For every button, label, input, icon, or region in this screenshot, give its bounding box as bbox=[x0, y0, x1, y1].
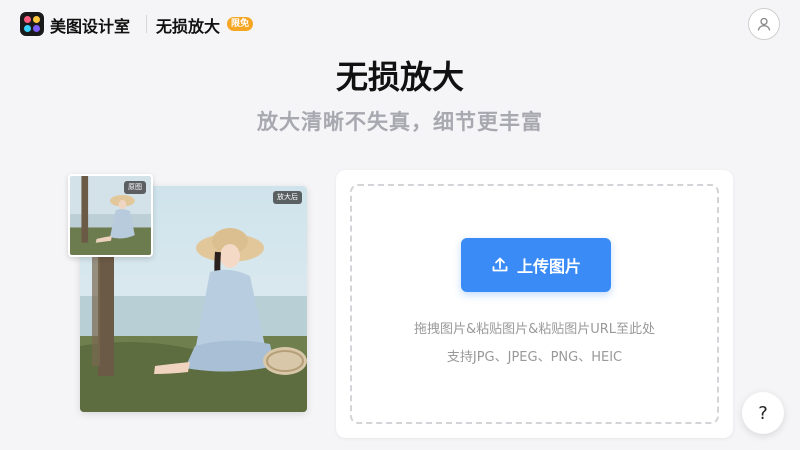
before-preview-image: 原图 bbox=[68, 174, 153, 257]
upload-icon bbox=[492, 257, 508, 272]
upload-hint-formats: 支持JPG、JPEG、PNG、HEIC bbox=[446, 350, 623, 365]
brand-name[interactable]: 美图设计室 bbox=[50, 13, 130, 37]
user-icon bbox=[757, 17, 771, 31]
user-avatar-button[interactable] bbox=[748, 8, 780, 40]
upload-button-label: 上传图片 bbox=[516, 257, 581, 276]
page-title: 无损放大 bbox=[335, 58, 464, 96]
upload-image-button[interactable]: 上传图片 bbox=[461, 238, 611, 292]
page-subtitle: 放大清晰不失真，细节更丰富 bbox=[257, 110, 543, 134]
upload-card: 上传图片 拖拽图片&粘贴图片&粘贴图片URL至此处 支持JPG、JPEG、PNG… bbox=[336, 170, 733, 438]
header-divider bbox=[146, 15, 147, 33]
upload-dropzone[interactable]: 上传图片 拖拽图片&粘贴图片&粘贴图片URL至此处 支持JPG、JPEG、PNG… bbox=[350, 184, 719, 424]
top-bar: 美图设计室 无损放大 限免 bbox=[0, 0, 800, 48]
after-tag: 放大后 bbox=[273, 191, 302, 204]
before-tag: 原图 bbox=[124, 181, 146, 194]
help-button[interactable]: ? bbox=[742, 392, 784, 434]
meitu-logo-icon[interactable] bbox=[20, 12, 44, 36]
free-badge: 限免 bbox=[227, 17, 254, 31]
upload-hint-methods: 拖拽图片&粘贴图片&粘贴图片URL至此处 bbox=[413, 322, 656, 337]
tool-title: 无损放大 bbox=[156, 17, 221, 36]
